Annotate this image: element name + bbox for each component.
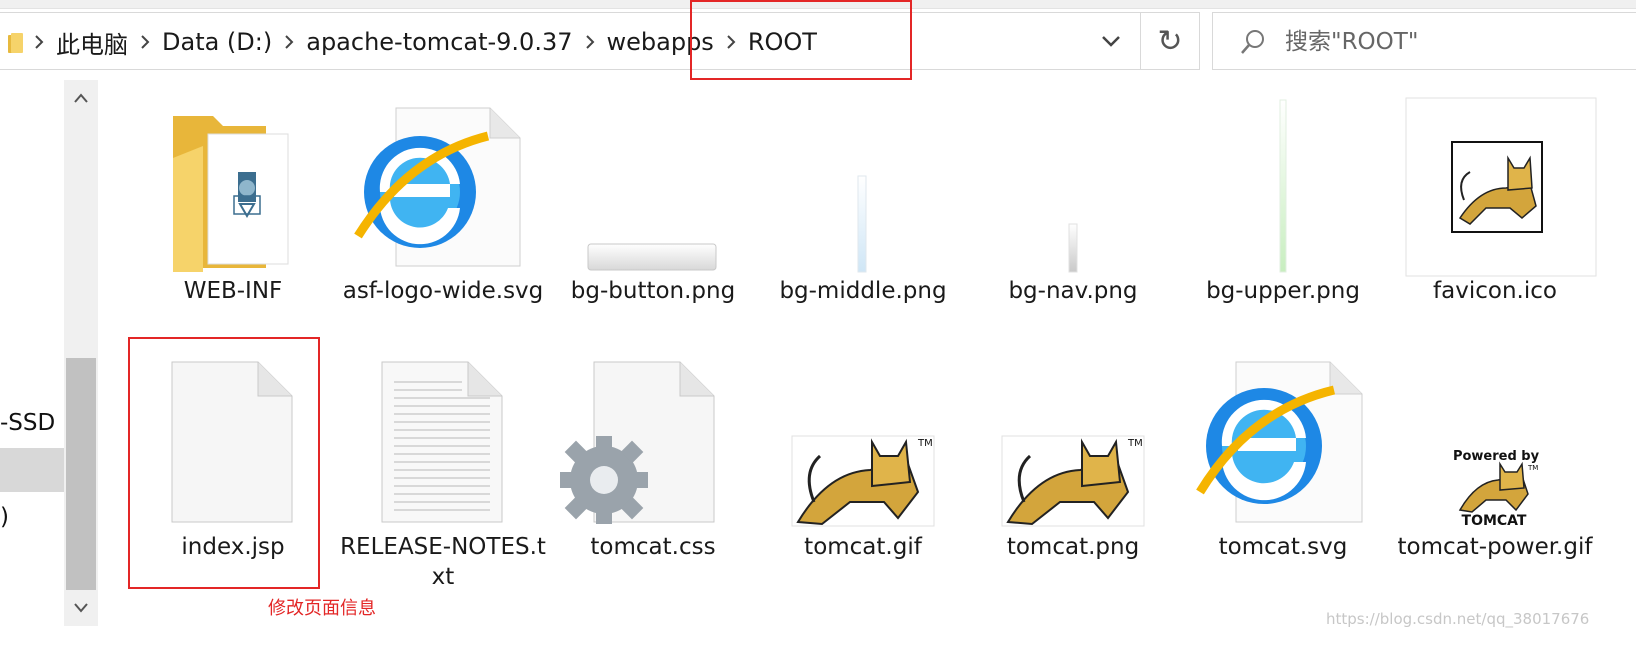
image-thumbnail-icon [1279, 99, 1287, 273]
image-thumbnail-icon [1068, 223, 1078, 273]
search-box[interactable] [1212, 12, 1636, 70]
index-highlight-box [128, 337, 320, 589]
chevron-right-icon[interactable] [26, 34, 52, 50]
breadcrumb-data-drive[interactable]: Data (D:) [158, 28, 276, 56]
search-icon [1241, 30, 1264, 54]
internet-explorer-icon [1196, 361, 1363, 523]
tomcat-logo-icon: TM [1001, 435, 1145, 527]
folder-icon [173, 116, 289, 272]
tomcat-logo-icon [1405, 97, 1597, 277]
breadcrumb-apache-tomcat[interactable]: apache-tomcat-9.0.37 [302, 28, 576, 56]
search-input[interactable] [1283, 21, 1627, 63]
file-name: RELEASE-NOTES.txt [340, 534, 546, 590]
tomcat-logo-text: TOMCAT [1462, 513, 1527, 529]
trademark-text: TM [1527, 464, 1538, 472]
file-name: tomcat.png [1006, 534, 1140, 560]
internet-explorer-icon [354, 107, 521, 267]
file-name: tomcat.gif [804, 534, 922, 560]
chevron-right-icon[interactable] [577, 34, 603, 50]
scroll-up-icon[interactable] [64, 80, 98, 116]
nav-item-ssd[interactable]: -SSD ( [0, 410, 72, 436]
scrollbar-thumb[interactable] [66, 358, 96, 590]
file-name: bg-upper.png [1206, 278, 1360, 304]
file-name: asf-logo-wide.svg [342, 278, 544, 304]
file-name: favicon.ico [1433, 278, 1557, 304]
tomcat-logo-icon: TM [791, 435, 935, 527]
image-thumbnail-icon [857, 175, 867, 273]
breadcrumb-this-pc[interactable]: 此电脑 [52, 25, 132, 60]
file-name: tomcat-power.gif [1397, 534, 1593, 560]
chevron-down-icon[interactable] [1084, 13, 1138, 69]
powered-by-tomcat-icon: Powered by TM TOMCAT [1453, 444, 1540, 529]
file-name: tomcat.css [590, 534, 716, 560]
scroll-down-icon[interactable] [64, 590, 98, 626]
vertical-scrollbar[interactable] [64, 80, 98, 626]
file-name: WEB-INF [183, 278, 283, 304]
image-thumbnail-icon [587, 243, 717, 271]
watermark: https://blog.csdn.net/qq_38017676 [1326, 610, 1590, 628]
refresh-icon: ↻ [1157, 23, 1183, 59]
root-highlight-box [690, 0, 912, 80]
text-document-icon [381, 361, 503, 523]
annotation-text: 修改页面信息 [268, 598, 376, 619]
nav-item-partial[interactable]: ) [0, 504, 9, 530]
trademark-text: TM [917, 438, 933, 449]
gear-document-icon [560, 361, 715, 524]
refresh-button[interactable]: ↻ [1140, 12, 1200, 70]
file-name: bg-nav.png [1008, 278, 1138, 304]
file-name: tomcat.svg [1218, 534, 1348, 560]
chevron-right-icon[interactable] [132, 34, 158, 50]
file-name: bg-middle.png [779, 278, 947, 304]
trademark-text: TM [1127, 438, 1143, 449]
file-name: bg-button.png [570, 278, 736, 304]
nav-item-selected[interactable] [0, 448, 64, 492]
folder-icon [8, 31, 26, 53]
chevron-right-icon[interactable] [276, 34, 302, 50]
address-bar[interactable]: 此电脑 Data (D:) apache-tomcat-9.0.37 webap… [0, 12, 1186, 70]
powered-by-text: Powered by [1453, 449, 1540, 464]
